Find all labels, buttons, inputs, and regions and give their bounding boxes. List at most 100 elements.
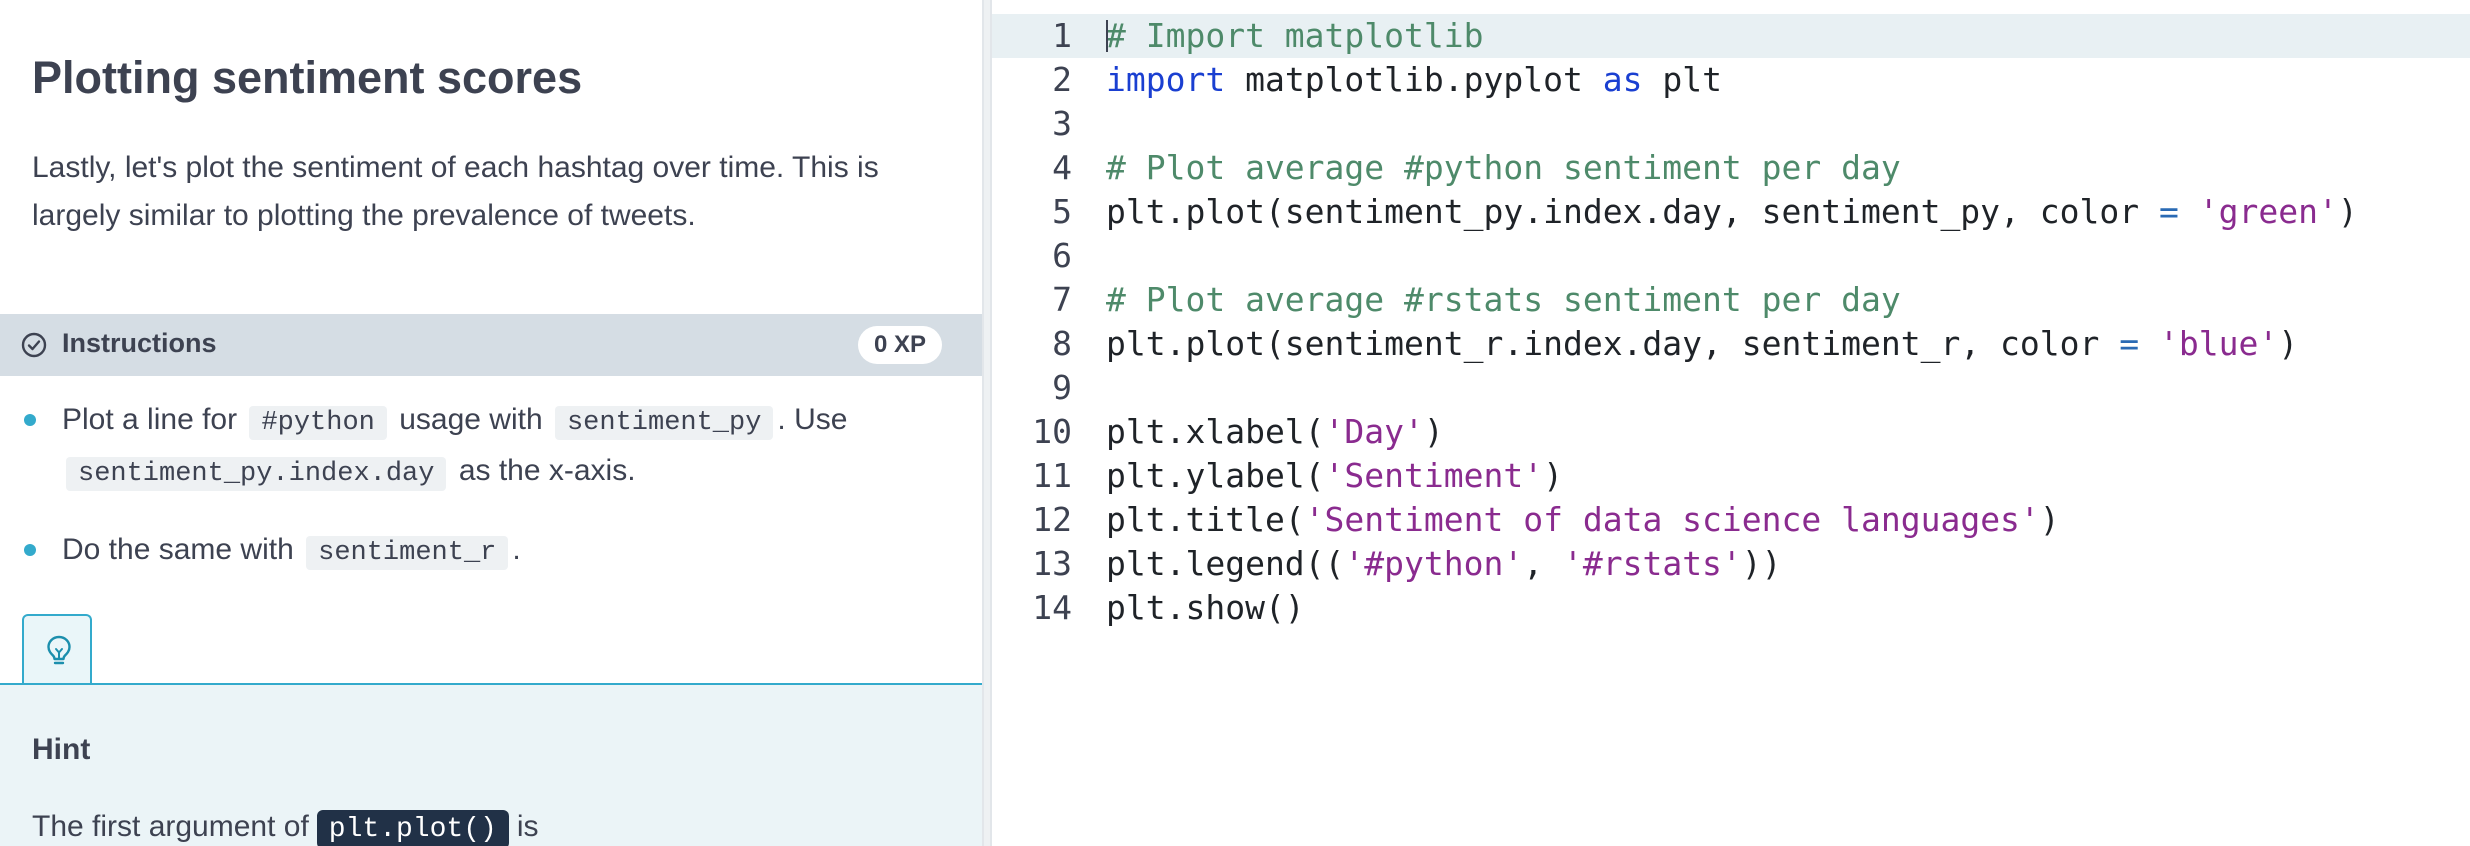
code-token: plt.plot(sentiment_py.index.day, sentime…: [1106, 192, 2159, 231]
code-token: plt.plot(sentiment_r.index.day, sentimen…: [1106, 324, 2120, 363]
exercise-description: Lastly, let's plot the sentiment of each…: [32, 151, 879, 232]
code-token: ): [2278, 324, 2299, 363]
line-code: plt.show(): [1106, 586, 1305, 630]
bullet-dot: [24, 544, 36, 556]
line-code: # Plot average #python sentiment per day: [1106, 146, 1901, 190]
code-line[interactable]: 11 plt.ylabel('Sentiment'): [992, 454, 2470, 498]
code-token: plt.xlabel(: [1106, 412, 1325, 451]
instruction-text: usage with: [399, 403, 543, 436]
code-token: )): [1741, 544, 1782, 583]
code-token: 'blue': [2159, 324, 2279, 363]
xp-badge: 0 XP: [857, 326, 942, 364]
code-token: '#python': [1344, 544, 1524, 583]
line-code: plt.legend(('#python', '#rstats')): [1106, 542, 1782, 586]
code-line[interactable]: 1 # Import matplotlib: [992, 14, 2470, 58]
inline-code: sentiment_py.index.day: [66, 457, 447, 491]
hint-panel: Hint The first argument of plt.plot() is: [0, 685, 982, 846]
code-token: import: [1106, 60, 1226, 99]
code-token: 'Sentiment': [1324, 456, 1544, 495]
instruction-text: Do the same with: [62, 533, 294, 566]
bullet-dot: [24, 414, 36, 426]
instruction-item: Do the same with sentiment_r.: [0, 526, 982, 577]
code-token: # Plot average #rstats sentiment per day: [1106, 280, 1901, 319]
code-token: =: [2159, 192, 2179, 231]
line-number: 3: [1052, 104, 1072, 143]
code-line[interactable]: 9: [992, 366, 2470, 410]
code-line[interactable]: 7 # Plot average #rstats sentiment per da…: [992, 278, 2470, 322]
code-token: plt: [1642, 60, 1722, 99]
code-token: 'green': [2198, 192, 2338, 231]
line-number: 8: [1052, 324, 1072, 363]
code-line[interactable]: 13 plt.legend(('#python', '#rstats')): [992, 542, 2470, 586]
line-number: 10: [1032, 412, 1072, 451]
line-number: 7: [1052, 280, 1072, 319]
code-line[interactable]: 4 # Plot average #python sentiment per da…: [992, 146, 2470, 190]
code-token: matplotlib.pyplot: [1225, 60, 1603, 99]
code-token: plt.ylabel(: [1106, 456, 1325, 495]
code-token: # Import matplotlib: [1106, 16, 1484, 55]
instructions-label: Instructions: [62, 328, 217, 358]
inline-code: sentiment_py: [554, 406, 774, 440]
lightbulb-icon: [47, 635, 71, 665]
hint-text-start: The first argument of: [32, 810, 309, 843]
instruction-text: as the x-axis.: [458, 454, 636, 487]
line-number: 12: [1032, 500, 1072, 539]
code-line[interactable]: 3: [992, 102, 2470, 146]
code-token: plt.show(): [1106, 588, 1305, 627]
code-line[interactable]: 8 plt.plot(sentiment_r.index.day, sentime…: [992, 322, 2470, 366]
instructions-list: Plot a line for #python usage with senti…: [0, 396, 982, 605]
hint-tab[interactable]: [22, 614, 92, 684]
code-token: ): [2039, 500, 2060, 539]
line-code: plt.ylabel('Sentiment'): [1106, 454, 1563, 498]
code-token: plt.title(: [1106, 500, 1305, 539]
line-number: 13: [1032, 544, 1072, 583]
code-line[interactable]: 6: [992, 234, 2470, 278]
line-code: plt.plot(sentiment_r.index.day, sentimen…: [1106, 322, 2298, 366]
check-circle-icon: [21, 332, 47, 358]
code-token: =: [2119, 324, 2140, 363]
panel-resize-handle[interactable]: [982, 0, 992, 846]
code-line[interactable]: 5 plt.plot(sentiment_py.index.day, sentim…: [992, 190, 2470, 234]
instructions-header[interactable]: Instructions 0 XP: [0, 314, 982, 376]
code-line[interactable]: 10 plt.xlabel('Day'): [992, 410, 2470, 454]
text-cursor: [1106, 20, 1108, 52]
inline-code: sentiment_r: [306, 536, 509, 570]
line-number: 5: [1052, 192, 1072, 231]
line-number: 9: [1052, 368, 1072, 407]
line-code: plt.plot(sentiment_py.index.day, sentime…: [1106, 190, 2358, 234]
code-token: plt.legend((: [1106, 544, 1345, 583]
code-editor[interactable]: 1 # Import matplotlib 2 import matplotlib.p…: [992, 0, 2470, 846]
code-token: ,: [1523, 544, 1563, 583]
code-token: 'Day': [1324, 412, 1424, 451]
line-code: plt.title('Sentiment of data science lan…: [1106, 498, 2060, 542]
hint-code: plt.plot(): [316, 810, 509, 846]
hint-text: The first argument of plt.plot() is: [32, 803, 539, 846]
hint-text-end: is: [516, 810, 539, 843]
inline-code: #python: [249, 406, 387, 440]
code-line[interactable]: 14 plt.show(): [992, 586, 2470, 630]
hint-title: Hint: [32, 733, 91, 766]
line-code: # Import matplotlib: [1106, 14, 1484, 58]
code-line[interactable]: 12 plt.title('Sentiment of data science l…: [992, 498, 2470, 542]
line-number: 11: [1032, 456, 1072, 495]
line-number: 4: [1052, 148, 1072, 187]
line-number: 6: [1052, 236, 1072, 275]
code-lines[interactable]: 1 # Import matplotlib 2 import matplotlib.p…: [992, 14, 2470, 630]
instruction-text: Plot a line for: [62, 403, 238, 436]
line-code: # Plot average #rstats sentiment per day: [1106, 278, 1901, 322]
code-token: 'Sentiment of data science languages': [1304, 500, 2040, 539]
line-code: plt.xlabel('Day'): [1106, 410, 1444, 454]
code-line[interactable]: 2 import matplotlib.pyplot as plt: [992, 58, 2470, 102]
exercise-title: Plotting sentiment scores: [32, 52, 583, 103]
line-number: 14: [1032, 588, 1072, 627]
code-token: ): [2337, 192, 2358, 231]
code-token: ): [1423, 412, 1444, 451]
line-code: import matplotlib.pyplot as plt: [1106, 58, 1722, 102]
instruction-item: Plot a line for #python usage with senti…: [0, 396, 982, 498]
instruction-text: . Use: [777, 403, 848, 436]
line-number: 2: [1052, 60, 1072, 99]
code-token: # Plot average #python sentiment per day: [1106, 148, 1901, 187]
line-number: 1: [1052, 16, 1072, 55]
